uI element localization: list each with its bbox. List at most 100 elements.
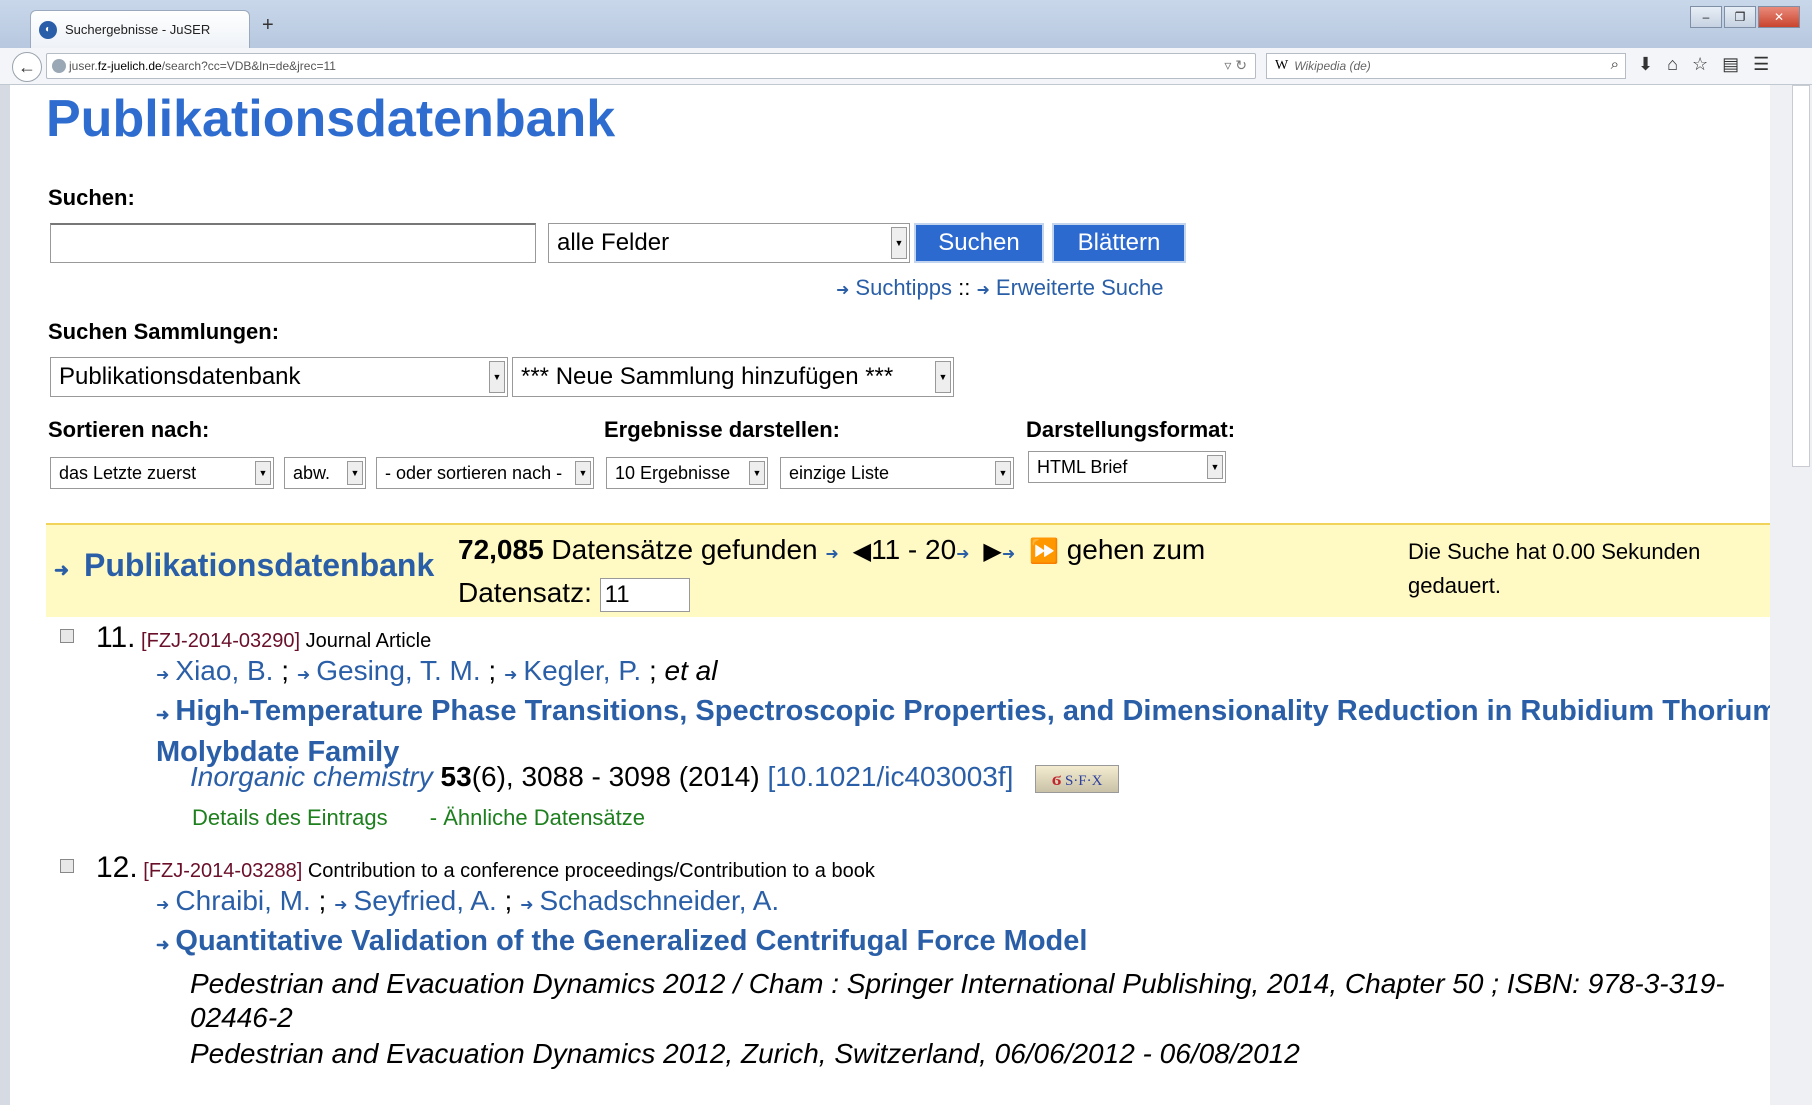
close-icon[interactable]: ✕ [1758, 6, 1800, 28]
arrow-right-icon: ➜ [54, 560, 70, 580]
add-collection-select[interactable]: *** Neue Sammlung hinzufügen *** ▼ [512, 357, 954, 397]
details-link[interactable]: Details des Eintrags [192, 805, 388, 830]
secondary-sort-select[interactable]: - oder sortieren nach - ▼ [376, 457, 594, 489]
search-placeholder: Wikipedia (de) [1294, 59, 1371, 73]
record-id: [FZJ-2014-03290] [141, 630, 301, 652]
search-icon[interactable]: ⌕ [1611, 56, 1619, 73]
doi-link[interactable]: [10.1021/ic403003f] [767, 761, 1013, 792]
results-collection-link[interactable]: Publikationsdatenbank [84, 547, 434, 583]
menu-icon[interactable]: ☰ [1753, 54, 1769, 75]
author-link[interactable]: Schadschneider, A. [539, 885, 779, 916]
results-count-select[interactable]: 10 Ergebnisse ▼ [606, 457, 768, 489]
toolbar-icons: ⬇ ⌂ ☆ ▤ ☰ [1638, 54, 1769, 75]
record-checkbox[interactable] [60, 629, 74, 643]
record-links: Details des Eintrags - Ähnliche Datensät… [192, 805, 645, 831]
advanced-search-link[interactable]: Erweiterte Suche [996, 275, 1164, 300]
page-scrollbar[interactable] [1770, 85, 1812, 1105]
sort-label: Sortieren nach: [48, 417, 210, 442]
arrow-right-icon: ➜ [1001, 546, 1016, 563]
arrow-right-icon: ➜ [156, 937, 170, 954]
author-link[interactable]: Chraibi, M. [175, 885, 310, 916]
sort-direction-value: abw. [293, 462, 331, 483]
add-collection-value: *** Neue Sammlung hinzufügen *** [521, 363, 894, 390]
globe-icon [52, 59, 66, 73]
chevron-down-icon: ▼ [1207, 455, 1223, 479]
sort-order-value: das Letzte zuerst [59, 462, 197, 483]
arrow-right-icon: ➜ [156, 667, 170, 684]
search-label: Suchen: [48, 185, 135, 210]
wikipedia-icon: W [1275, 58, 1289, 73]
sfx-icon[interactable]: ϭ S·F·X [1035, 764, 1120, 793]
display-mode-select[interactable]: einzige Liste ▼ [780, 457, 1014, 489]
search-tips-link[interactable]: Suchtipps [855, 275, 952, 300]
field-select-value: alle Felder [557, 229, 670, 256]
search-links: ➜ Suchtipps :: ➜ Erweiterte Suche [836, 275, 1163, 301]
browser-tab[interactable]: ◐ Suchergebnisse - JuSER [30, 10, 250, 48]
search-bar[interactable]: W Wikipedia (de) ⌕ [1266, 53, 1626, 79]
home-icon[interactable]: ⌂ [1667, 54, 1678, 75]
reload-icon[interactable]: ▿ ↻ [1224, 57, 1247, 74]
chevron-down-icon: ▼ [995, 461, 1011, 485]
restore-icon[interactable]: ❐ [1724, 6, 1756, 28]
record-authors: ➜ Xiao, B. ; ➜ Gesing, T. M. ; ➜ Kegler, P.… [156, 655, 718, 686]
author-link[interactable]: Gesing, T. M. [316, 655, 480, 686]
last-page-icon[interactable]: ⏩ [1029, 538, 1059, 565]
format-select[interactable]: HTML Brief ▼ [1028, 451, 1226, 483]
record-id: [FZJ-2014-03288] [143, 860, 303, 882]
collection-select[interactable]: Publikationsdatenbank ▼ [50, 357, 508, 397]
chevron-down-icon: ▼ [489, 361, 505, 393]
author-link[interactable]: Kegler, P. [523, 655, 641, 686]
arrow-right-icon: ➜ [956, 546, 970, 563]
list-item: 11. [FZJ-2014-03290] Journal Article ➜ Xi… [60, 621, 1770, 841]
site-favicon-icon: ◐ [39, 20, 57, 39]
search-button[interactable]: Suchen [914, 223, 1044, 263]
results-count: 72,085 Datensätze gefunden ➜ ◀11 - 20➜ ▶… [458, 531, 1278, 612]
download-icon[interactable]: ⬇ [1638, 54, 1653, 75]
display-mode-value: einzige Liste [789, 462, 890, 483]
next-page-icon[interactable]: ▶ [983, 538, 1001, 565]
author-link[interactable]: Seyfried, A. [354, 885, 497, 916]
results-summary-bar: ➜ Publikationsdatenbank 72,085 Datensätz… [46, 523, 1770, 617]
arrow-right-icon: ➜ [825, 546, 839, 563]
minimize-icon[interactable]: – [1690, 6, 1722, 28]
record-checkbox[interactable] [60, 859, 74, 873]
format-label: Darstellungsformat: [1026, 417, 1236, 442]
results-range: 11 - 20 [871, 534, 957, 565]
record-jump-input[interactable]: 11 [599, 577, 690, 612]
record-number: 11. [96, 621, 136, 654]
goto-text: gehen zum [1066, 534, 1206, 565]
results-collection: ➜ Publikationsdatenbank [54, 547, 434, 584]
journal-issue: (6), [471, 761, 514, 792]
scrollbar-thumb[interactable] [1792, 85, 1810, 467]
navigation-bar: ← juser. fz-juelich.de/search?cc=VDB&ln=d… [0, 48, 1812, 85]
similar-records-link[interactable]: - Ähnliche Datensätze [430, 805, 645, 830]
url-bar[interactable]: juser. fz-juelich.de/search?cc=VDB&ln=de&… [46, 53, 1256, 79]
display-label: Ergebnisse darstellen: [604, 417, 840, 442]
record-title-link[interactable]: High-Temperature Phase Transitions, Spec… [156, 695, 1770, 768]
browse-button[interactable]: Blättern [1052, 223, 1186, 263]
back-arrow-icon[interactable]: ← [12, 52, 42, 82]
sort-order-select[interactable]: das Letzte zuerst ▼ [50, 457, 274, 489]
sort-direction-select[interactable]: abw. ▼ [284, 457, 366, 489]
prev-page-icon[interactable]: ◀ [853, 538, 871, 565]
results-count-value: 10 Ergebnisse [615, 462, 731, 483]
url-path: /search?cc=VDB&ln=de&jrec=11 [161, 59, 336, 73]
chevron-down-icon: ▼ [749, 461, 765, 485]
window-controls: – ❐ ✕ [1688, 6, 1800, 28]
bookmark-star-icon[interactable]: ☆ [1692, 54, 1708, 75]
clipboard-icon[interactable]: ▤ [1722, 54, 1739, 75]
collection-select-value: Publikationsdatenbank [59, 363, 301, 390]
chevron-down-icon: ▼ [255, 461, 271, 485]
chevron-down-icon: ▼ [575, 461, 591, 485]
record-count: 72,085 [458, 534, 544, 565]
record-type: Journal Article [305, 630, 432, 652]
journal-pages: 3088 - 3098 (2014) [521, 761, 760, 792]
record-authors: ➜ Chraibi, M. ; ➜ Seyfried, A. ; ➜ Schadsch… [156, 885, 780, 916]
field-select[interactable]: alle Felder ▼ [548, 223, 910, 263]
search-input[interactable] [50, 223, 536, 263]
record-header: 11. [FZJ-2014-03290] Journal Article [96, 621, 431, 655]
author-link[interactable]: Xiao, B. [175, 655, 273, 686]
new-tab-button[interactable]: + [262, 14, 274, 37]
chevron-down-icon: ▼ [935, 361, 951, 393]
record-title-link[interactable]: Quantitative Validation of the Generaliz… [175, 925, 1087, 957]
